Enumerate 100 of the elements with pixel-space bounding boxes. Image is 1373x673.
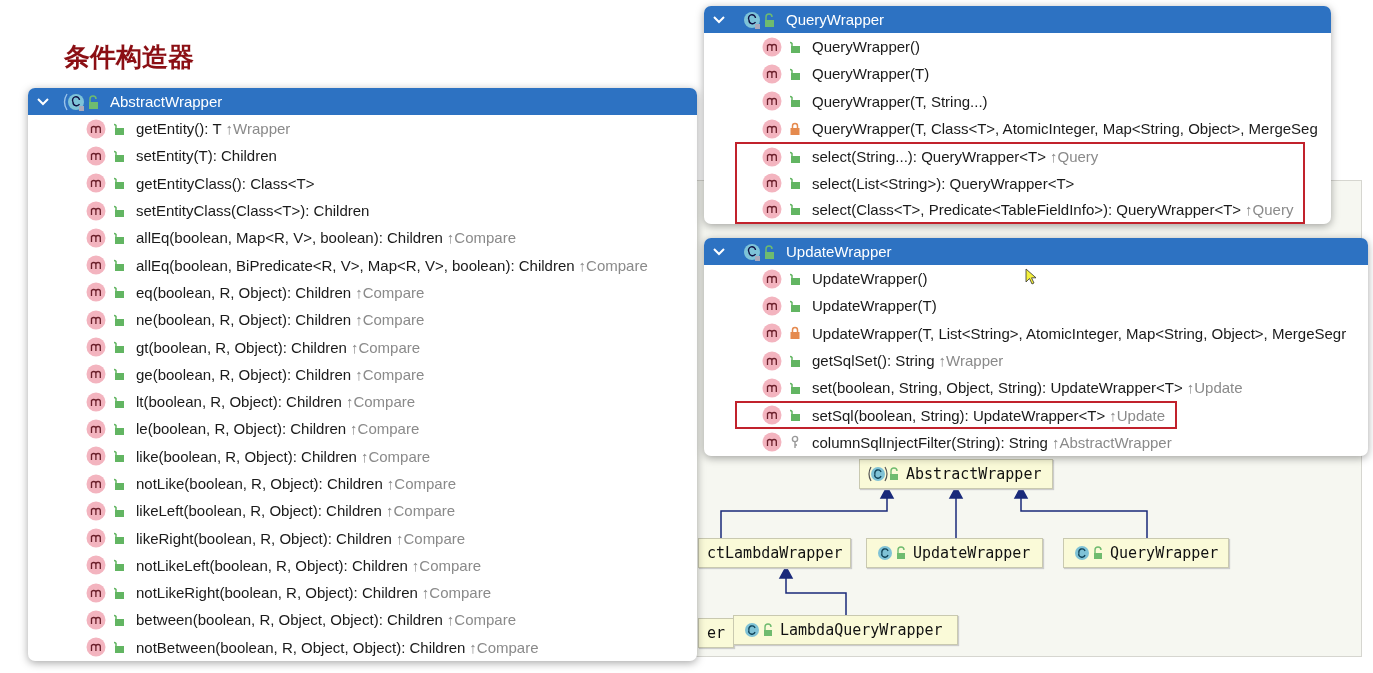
method-icon (86, 500, 106, 521)
member-row[interactable]: QueryWrapper() (704, 33, 1331, 61)
unlocked-icon (113, 476, 125, 491)
unlocked-icon (113, 121, 125, 136)
member-row[interactable]: select(List<String>): QueryWrapper<T> (737, 169, 1294, 197)
unlocked-icon (113, 148, 125, 163)
member-row[interactable]: ge(boolean, R, Object): Children ↑Compare (28, 360, 697, 388)
method-icon (762, 91, 782, 112)
inherited-from: ↑Compare (360, 447, 431, 465)
member-row[interactable]: notLike(boolean, R, Object): Children ↑Compare (28, 469, 697, 498)
method-signature: set(boolean, String, Object, String): UpdateWrapper<T> (812, 379, 1183, 397)
unlocked-icon (113, 312, 125, 327)
member-row[interactable]: setSql(boolean, String): UpdateWrapper<T> ↑Update (737, 403, 1166, 427)
unlocked-icon (789, 271, 801, 286)
member-row[interactable]: setEntityClass(Class<T>): Children (28, 196, 697, 225)
member-row[interactable]: UpdateWrapper() (704, 265, 1368, 293)
method-signature: notBetween(boolean, R, Object, Object): Children (136, 638, 466, 656)
method-icon (86, 364, 106, 385)
member-row[interactable]: select(String...): QueryWrapper<T> ↑Query (737, 144, 1294, 170)
member-row[interactable]: QueryWrapper(T, Class<T>, AtomicInteger, Map<String, Object>, MergeSeg (704, 114, 1331, 143)
method-signature: setEntity(T): Children (136, 147, 277, 165)
member-row[interactable]: UpdateWrapper(T, List<String>, AtomicInteger, Map<String, Object>, MergeSegr (704, 319, 1368, 347)
member-row[interactable]: notBetween(boolean, R, Object, Object): Children ↑Compare (28, 633, 697, 661)
unlocked-icon (789, 94, 801, 109)
member-row[interactable]: getEntity(): T ↑Wrapper (28, 115, 697, 143)
member-row[interactable]: like(boolean, R, Object): Children ↑Compare (28, 442, 697, 470)
inherited-from: ↑Compare (355, 365, 425, 383)
unlocked-icon (113, 613, 125, 627)
unlocked-icon (113, 367, 125, 382)
method-signature: select(List<String>): QueryWrapper<T> (812, 174, 1075, 192)
method-icon (762, 268, 782, 289)
method-icon (86, 200, 106, 221)
member-row[interactable]: notLikeLeft(boolean, R, Object): Children ↑Compare (28, 551, 697, 580)
class-node[interactable]: er (698, 618, 735, 648)
inherited-from: ↑Compare (385, 502, 456, 520)
slide-title: 条件构造器 (64, 41, 194, 74)
inherited-from: ↑Compare (421, 584, 492, 602)
method-signature: allEq(boolean, Map<R, V>, boolean): Children (136, 229, 443, 247)
member-row[interactable]: getEntityClass(): Class<T> (28, 169, 697, 197)
method-signature: QueryWrapper(T, Class<T>, AtomicInteger, Map<String, Object>, MergeSeg (812, 120, 1318, 138)
method-icon (86, 555, 106, 576)
cursor-icon (1025, 268, 1037, 286)
method-icon (762, 323, 782, 344)
member-row[interactable]: UpdateWrapper(T) (704, 292, 1368, 320)
inherited-from: ↑Compare (350, 420, 420, 438)
method-signature: UpdateWrapper() (812, 270, 928, 288)
member-row[interactable]: getSqlSet(): String ↑Wrapper (704, 346, 1368, 375)
class-node[interactable]: UpdateWrapper (866, 538, 1043, 568)
member-row[interactable]: allEq(boolean, BiPredicate<R, V>, Map<R, V>, boolean): Children ↑Compare (28, 251, 697, 279)
member-row[interactable]: QueryWrapper(T) (704, 60, 1331, 88)
unlocked-icon (113, 176, 125, 191)
unlocked-icon (789, 298, 801, 313)
inherited-from: ↑Compare (395, 529, 466, 547)
member-row[interactable]: lt(boolean, R, Object): Children ↑Compare (28, 387, 697, 416)
member-row[interactable]: select(Class<T>, Predicate<TableFieldInfo>): QueryWrapper<T> ↑Query (737, 196, 1294, 223)
member-row[interactable]: allEq(boolean, Map<R, V>, boolean): Children ↑Compare (28, 224, 697, 252)
method-icon (86, 309, 106, 330)
method-signature: QueryWrapper(T, String...) (812, 92, 988, 110)
unlocked-icon (113, 531, 125, 546)
method-icon (86, 227, 106, 248)
method-icon (86, 610, 106, 630)
member-row[interactable]: likeRight(boolean, R, Object): Children ↑Compare (28, 524, 697, 552)
member-row[interactable]: gt(boolean, R, Object): Children ↑Compare (28, 333, 697, 361)
method-signature: getEntityClass(): Class<T> (136, 174, 315, 192)
method-signature: notLikeLeft(boolean, R, Object): Children (136, 556, 408, 574)
unlocked-icon (789, 39, 801, 54)
inherited-from: ↑Wrapper (938, 352, 1004, 370)
method-signature: UpdateWrapper(T) (812, 297, 937, 315)
method-icon (762, 377, 782, 398)
method-signature: setSql(boolean, String): UpdateWrapper<T> (812, 406, 1106, 424)
inherited-from: ↑Query (1245, 200, 1294, 218)
inheritance-arrow (778, 565, 847, 616)
method-icon (86, 528, 106, 549)
method-icon (86, 255, 106, 276)
member-row[interactable]: ne(boolean, R, Object): Children ↑Compare (28, 306, 697, 334)
member-row[interactable]: le(boolean, R, Object): Children ↑Compare (28, 415, 697, 443)
member-row[interactable]: set(boolean, String, Object, String): UpdateWrapper<T> ↑Update (704, 374, 1368, 402)
member-row[interactable]: columnSqlInjectFilter(String): String ↑AbstractWrapper (704, 428, 1368, 457)
inherited-from: ↑Wrapper (225, 120, 291, 138)
class-node[interactable]: QueryWrapper (1063, 538, 1229, 568)
inherited-from: ↑Compare (355, 283, 425, 301)
method-signature: QueryWrapper(T) (812, 65, 930, 83)
member-row[interactable]: eq(boolean, R, Object): Children ↑Compare (28, 278, 697, 307)
method-signature: UpdateWrapper(T, List<String>, AtomicInteger, Map<String, Object>, MergeSegr (812, 324, 1347, 342)
unlocked-icon (113, 258, 125, 273)
unlocked-icon (113, 203, 125, 218)
member-row[interactable]: likeLeft(boolean, R, Object): Children ↑Compare (28, 497, 697, 525)
class-node[interactable]: ctLambdaWrapper (698, 538, 852, 568)
member-row[interactable]: notLikeRight(boolean, R, Object): Children ↑Compare (28, 579, 697, 607)
class-node[interactable]: LambdaQueryWrapper (733, 615, 958, 645)
method-icon (762, 118, 782, 139)
method-signature: lt(boolean, R, Object): Children (136, 393, 342, 411)
method-icon (86, 391, 106, 412)
class-node[interactable]: AbstractWrapper (859, 459, 1053, 489)
member-row[interactable]: QueryWrapper(T, String...) (704, 87, 1331, 115)
lock-icon (789, 121, 801, 136)
unlocked-icon (789, 149, 801, 164)
method-icon (86, 282, 106, 303)
member-row[interactable]: between(boolean, R, Object, Object): Children ↑Compare (28, 606, 697, 634)
member-row[interactable]: setEntity(T): Children (28, 142, 697, 170)
